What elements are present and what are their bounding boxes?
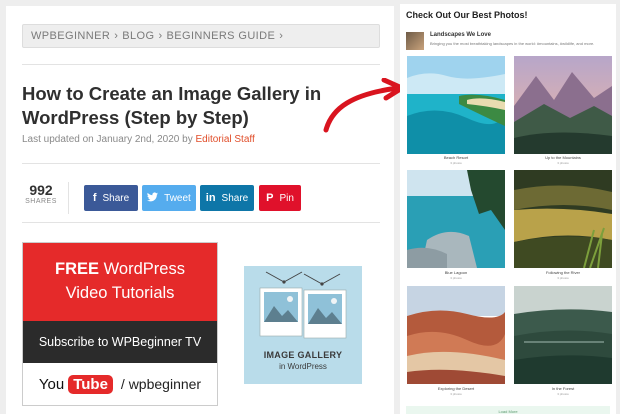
photo-frames-icon: [259, 271, 347, 339]
gallery-widget: Check Out Our Best Photos! Landscapes We…: [400, 4, 616, 414]
banner-free-label: FREE: [55, 260, 100, 278]
linkedin-share-label: Share: [221, 192, 249, 204]
photo-caption: Blue Lagoon: [444, 270, 468, 275]
divider: [68, 182, 69, 214]
photo-count: 3 photos: [450, 161, 462, 165]
breadcrumb-separator: ›: [158, 30, 163, 42]
photo-count: 3 photos: [450, 276, 462, 280]
article-card: WPBEGINNER › BLOG › BEGINNERS GUIDE › How to …: [6, 6, 394, 414]
banner-subscribe-label: Subscribe to WPBeginner TV: [23, 321, 217, 363]
youtube-logo-tube: Tube: [68, 374, 113, 394]
divider: [22, 163, 380, 164]
photo-count: 3 photos: [450, 392, 462, 396]
forest-photo: [514, 286, 612, 384]
river-photo: [514, 170, 612, 268]
load-more-button[interactable]: Load More: [406, 406, 610, 414]
page-title: How to Create an Image Gallery in WordPr…: [22, 83, 322, 128]
beach-photo: [407, 56, 505, 154]
gallery-illustration: IMAGE GALLERY in WordPress: [244, 266, 362, 384]
youtube-logo-you: You: [38, 375, 65, 393]
linkedin-icon: in: [205, 192, 216, 204]
share-count: 992 SHARES: [24, 182, 58, 205]
photo-caption: Following the River: [545, 270, 580, 275]
banner-wordpress-label: WordPress: [103, 260, 185, 278]
facebook-share-button[interactable]: f Share: [84, 185, 138, 211]
breadcrumb-separator: ›: [279, 30, 284, 42]
gallery-profile-name: Landscapes We Love: [430, 32, 491, 38]
twitter-share-button[interactable]: Tweet: [142, 185, 196, 211]
avatar: [406, 32, 424, 50]
banner-tutorials-label: Video Tutorials: [65, 284, 175, 302]
photo-count: 3 photos: [557, 161, 569, 165]
breadcrumb-beginners-guide[interactable]: BEGINNERS GUIDE: [167, 30, 276, 42]
mountains-photo: [514, 56, 612, 154]
twitter-share-label: Tweet: [164, 192, 191, 204]
curved-arrow-icon: [323, 78, 405, 133]
author-link[interactable]: Editorial Staff: [195, 134, 254, 145]
gallery-photo-mountains[interactable]: [514, 56, 612, 154]
photo-caption: Exploring the Desert: [437, 386, 475, 391]
photo-count: 3 photos: [557, 276, 569, 280]
breadcrumb-home[interactable]: WPBEGINNER: [31, 30, 110, 42]
gallery-widget-title: Check Out Our Best Photos!: [406, 10, 528, 20]
pinterest-share-label: Pin: [279, 192, 294, 204]
video-tutorials-banner[interactable]: FREE WordPress Video Tutorials Subscribe…: [22, 242, 218, 406]
twitter-icon: [147, 191, 159, 205]
photo-caption: In the Forest: [551, 386, 575, 391]
facebook-icon: f: [92, 192, 97, 204]
facebook-share-label: Share: [102, 192, 130, 204]
article-meta: Last updated on January 2nd, 2020 by Edi…: [22, 134, 255, 145]
breadcrumb: WPBEGINNER › BLOG › BEGINNERS GUIDE ›: [22, 24, 380, 48]
youtube-logo: You Tube / wpbeginner: [23, 363, 217, 405]
photo-caption: Beach Resort: [443, 155, 469, 160]
pinterest-icon: P: [266, 192, 274, 204]
gallery-profile[interactable]: Landscapes We Love Bringing you the most…: [406, 32, 606, 50]
desert-photo: [407, 286, 505, 384]
gallery-illustration-title: IMAGE GALLERY: [263, 350, 343, 360]
share-count-number: 992: [29, 182, 53, 198]
lagoon-photo: [407, 170, 505, 268]
gallery-photo-lagoon[interactable]: [407, 170, 505, 268]
breadcrumb-blog[interactable]: BLOG: [122, 30, 154, 42]
linkedin-share-button[interactable]: in Share: [200, 185, 254, 211]
youtube-handle: / wpbeginner: [120, 376, 202, 392]
pinterest-share-button[interactable]: P Pin: [259, 185, 301, 211]
share-count-label: SHARES: [25, 198, 57, 205]
gallery-photo-beach[interactable]: [407, 56, 505, 154]
updated-date: Last updated on January 2nd, 2020 by: [22, 134, 193, 145]
photo-caption: Up to the Mountains: [545, 155, 581, 160]
banner-headline: FREE WordPress Video Tutorials: [23, 243, 217, 321]
gallery-illustration-subtitle: in WordPress: [279, 362, 327, 371]
gallery-photo-river[interactable]: [514, 170, 612, 268]
divider: [22, 64, 380, 65]
divider: [22, 222, 380, 223]
gallery-profile-description: Bringing you the most breathtaking lands…: [430, 41, 595, 46]
photo-count: 3 photos: [557, 392, 569, 396]
gallery-photo-desert[interactable]: [407, 286, 505, 384]
gallery-photo-forest[interactable]: [514, 286, 612, 384]
breadcrumb-separator: ›: [114, 30, 119, 42]
